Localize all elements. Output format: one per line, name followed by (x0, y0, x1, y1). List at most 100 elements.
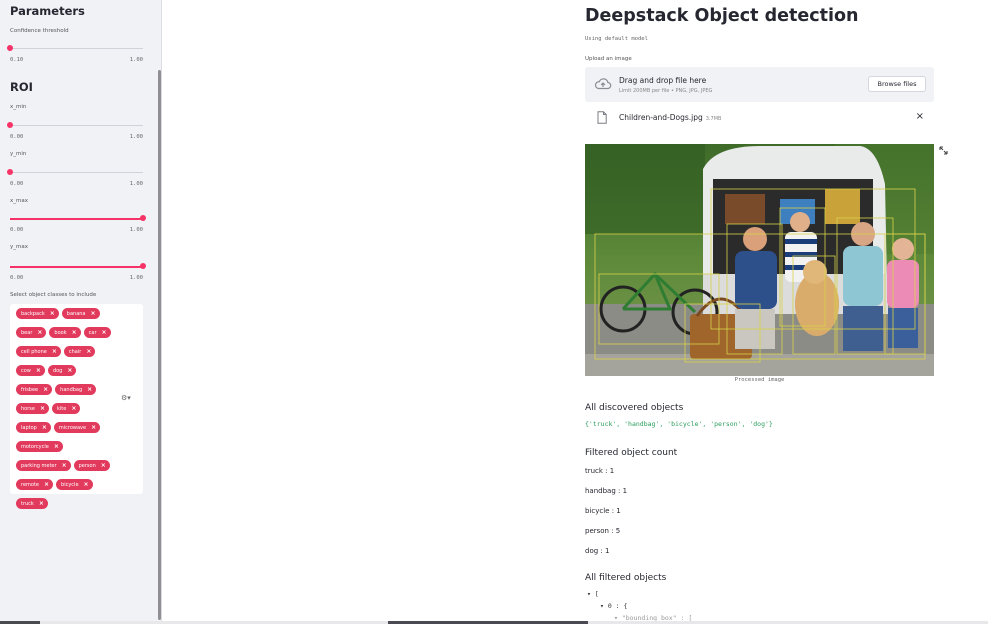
x-max-label: x_max (10, 198, 28, 204)
close-icon[interactable]: × (44, 481, 49, 488)
close-icon[interactable]: × (916, 111, 924, 122)
class-chip[interactable]: handbag × (55, 384, 97, 395)
close-icon[interactable]: × (87, 386, 92, 393)
class-chip[interactable]: laptop × (16, 422, 51, 433)
class-chip[interactable]: motorcycle × (16, 441, 63, 452)
class-chip[interactable]: book × (49, 327, 81, 338)
class-chip-label: bear (21, 329, 33, 336)
class-chip[interactable]: backpack × (16, 308, 59, 319)
x-max-slider[interactable]: 0.00 1.00 (10, 214, 146, 234)
y-min-slider-thumb[interactable] (7, 169, 13, 175)
class-chip[interactable]: cow × (16, 365, 45, 376)
json-root[interactable]: ▾ [ (587, 590, 599, 598)
upload-instruction: Drag and drop file here (619, 76, 707, 85)
class-chip-label: banana (66, 310, 86, 317)
x-min-slider[interactable]: 0.00 1.00 (7, 121, 143, 141)
y-max-slider-thumb[interactable] (140, 263, 146, 269)
image-caption: Processed image (734, 377, 785, 383)
parameters-heading: Parameters (10, 4, 85, 18)
class-chip-label: remote (21, 481, 39, 488)
close-icon[interactable]: × (101, 462, 106, 469)
class-chip[interactable]: banana × (61, 308, 100, 319)
confidence-max: 1.00 (129, 57, 143, 63)
close-icon[interactable]: × (36, 367, 41, 374)
gear-icon[interactable]: ⚙▾ (121, 394, 131, 402)
class-chip[interactable]: car × (83, 327, 111, 338)
class-chip-label: dog (52, 367, 63, 374)
class-chip[interactable]: chair × (63, 346, 96, 357)
close-icon[interactable]: × (91, 310, 96, 317)
close-icon[interactable]: × (86, 348, 91, 355)
close-icon[interactable]: × (67, 367, 72, 374)
y-max-min: 0.00 (10, 275, 24, 281)
discovered-objects-code: {'truck', 'handbag', 'bicycle', 'person'… (585, 420, 773, 428)
class-chip[interactable]: parking meter × (16, 460, 71, 471)
close-icon[interactable]: × (52, 348, 57, 355)
close-icon[interactable]: × (42, 424, 47, 431)
close-icon[interactable]: × (50, 310, 55, 317)
class-chip[interactable]: frisbee × (16, 384, 53, 395)
class-chip-label: bicycle (61, 481, 79, 488)
json-item-0[interactable]: ▾ 0 : { (600, 602, 627, 610)
classes-multiselect[interactable]: backpack × banana × bear × book × car × cell phone… (10, 304, 143, 509)
confidence-label: Confidence threshold (10, 28, 69, 34)
class-chip-label: handbag (60, 386, 83, 393)
class-chip-label: person (78, 462, 96, 469)
y-min-slider[interactable]: 0.00 1.00 (7, 168, 143, 188)
class-chip-label: cow (21, 367, 31, 374)
class-chip[interactable]: bicycle × (56, 479, 93, 490)
upload-label: Upload an image (585, 56, 632, 62)
close-icon[interactable]: × (91, 424, 96, 431)
class-chip-label: motorcycle (21, 443, 49, 450)
class-chip-label: microwave (58, 424, 87, 431)
x-min-label: x_min (10, 104, 27, 110)
class-chip[interactable]: dog × (47, 365, 77, 376)
confidence-slider-thumb[interactable] (7, 45, 13, 51)
close-icon[interactable]: × (62, 462, 67, 469)
count-handbag: handbag : 1 (585, 487, 628, 495)
close-icon[interactable]: × (39, 500, 44, 507)
close-icon[interactable]: × (84, 481, 89, 488)
classes-label: Select object classes to include (10, 292, 97, 298)
close-icon[interactable]: × (71, 405, 76, 412)
file-uploader[interactable]: Drag and drop file here Limit 200MB per … (585, 67, 934, 102)
cloud-upload-icon (594, 78, 612, 90)
count-person: person : 5 (585, 527, 621, 535)
close-icon[interactable]: × (102, 329, 107, 336)
close-icon[interactable]: × (37, 329, 42, 336)
y-min-max: 1.00 (129, 181, 143, 187)
class-chip-label: horse (21, 405, 35, 412)
close-icon[interactable]: × (54, 443, 59, 450)
class-chip[interactable]: cell phone × (16, 346, 61, 357)
class-chip[interactable]: kite × (52, 403, 81, 414)
confidence-slider[interactable]: 0.10 1.00 (7, 44, 143, 64)
sidebar: Parameters Confidence threshold 0.10 1.0… (0, 0, 162, 624)
x-max-slider-thumb[interactable] (140, 215, 146, 221)
browse-files-button[interactable]: Browse files (868, 76, 926, 92)
close-icon[interactable]: × (72, 329, 77, 336)
class-chips: backpack × banana × bear × book × car × cell phone… (16, 308, 118, 517)
discovered-heading: All discovered objects (585, 403, 684, 413)
class-chip[interactable]: remote × (16, 479, 54, 490)
sidebar-scrollbar[interactable] (158, 70, 161, 620)
x-max-min: 0.00 (10, 227, 24, 233)
class-chip[interactable]: person × (73, 460, 110, 471)
close-icon[interactable]: × (43, 386, 48, 393)
class-chip-label: backpack (21, 310, 45, 317)
y-max-slider[interactable]: 0.00 1.00 (10, 262, 146, 282)
class-chip[interactable]: horse × (16, 403, 49, 414)
confidence-min: 0.10 (10, 57, 24, 63)
class-chip-label: truck (21, 500, 34, 507)
x-min-slider-thumb[interactable] (7, 122, 13, 128)
class-chip[interactable]: bear × (16, 327, 47, 338)
y-max-label: y_max (10, 244, 28, 250)
close-icon[interactable]: × (40, 405, 45, 412)
model-subtitle: Using default model (585, 36, 648, 42)
x-min-max: 1.00 (129, 134, 143, 140)
count-truck: truck : 1 (585, 467, 615, 475)
class-chip[interactable]: truck × (16, 498, 48, 509)
class-chip-label: car (88, 329, 97, 336)
class-chip[interactable]: microwave × (53, 422, 101, 433)
roi-heading: ROI (10, 80, 33, 94)
expand-icon[interactable] (939, 146, 948, 155)
